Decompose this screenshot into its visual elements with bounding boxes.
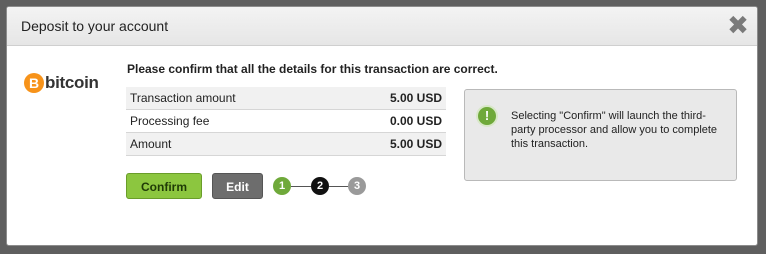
confirm-heading: Please confirm that all the details for … [127,62,498,76]
step-indicator: 1 2 3 [273,177,369,197]
transaction-table: Transaction amount 5.00 USD Processing f… [126,87,446,156]
row-value: 5.00 USD [335,132,446,156]
edit-button[interactable]: Edit [212,173,263,199]
bitcoin-coin-icon: B [24,73,44,93]
bitcoin-logo: B bitcoin [24,71,99,95]
notice-text: Selecting "Confirm" will launch the thir… [511,110,718,150]
info-notice: ! Selecting "Confirm" will launch the th… [464,89,737,181]
exclamation-icon: ! [476,105,498,127]
dialog-titlebar: Deposit to your account ✖ [7,7,757,46]
row-label: Amount [126,132,336,156]
step-connector [291,186,311,187]
row-label: Transaction amount [126,87,336,110]
row-label: Processing fee [126,109,336,133]
deposit-dialog: Deposit to your account ✖ B bitcoin Plea… [6,6,758,246]
step-connector [329,186,348,187]
row-value: 0.00 USD [335,109,446,133]
table-row: Processing fee 0.00 USD [126,109,446,133]
confirm-button[interactable]: Confirm [126,173,202,199]
step-2: 2 [311,177,329,195]
step-3: 3 [348,177,366,195]
dialog-title: Deposit to your account [21,18,169,34]
bitcoin-logo-text: bitcoin [45,73,99,92]
close-icon[interactable]: ✖ [727,12,749,38]
row-value: 5.00 USD [335,87,446,110]
step-1: 1 [273,177,291,195]
table-row: Transaction amount 5.00 USD [126,87,446,110]
table-row: Amount 5.00 USD [126,132,446,156]
